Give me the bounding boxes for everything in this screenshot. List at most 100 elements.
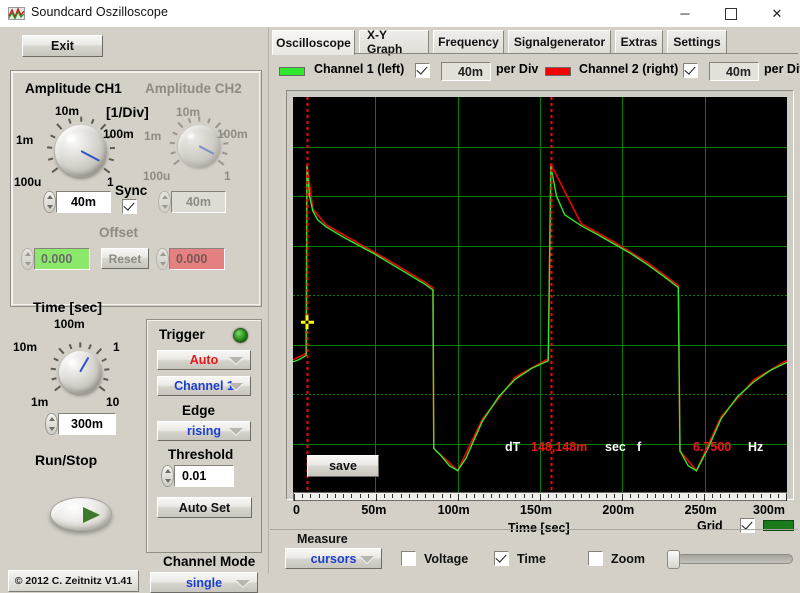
- time-checkbox[interactable]: [494, 551, 509, 566]
- channel1-per-div-value[interactable]: 40m: [441, 62, 491, 81]
- f-value: 6.7500: [693, 440, 732, 454]
- grid-checkbox[interactable]: [740, 518, 755, 533]
- amplitude-ch2-value[interactable]: 40m: [171, 191, 226, 213]
- knob-tick: [187, 118, 191, 124]
- axis-tick: [647, 494, 648, 498]
- axis-tick: [417, 494, 418, 498]
- ch2-knob-label-1m: 1m: [144, 129, 162, 143]
- knob-tick: [218, 160, 225, 166]
- tab-settings[interactable]: Settings: [667, 30, 727, 53]
- tab-extras[interactable]: Extras: [615, 30, 663, 53]
- knob-tick: [80, 116, 82, 122]
- voltage-checkbox[interactable]: [401, 551, 416, 566]
- run-stop-button[interactable]: [50, 497, 112, 531]
- tab-oscilloscope[interactable]: Oscilloscope: [272, 30, 355, 55]
- channel1-enable-checkbox[interactable]: [415, 63, 430, 78]
- axis-tick: [712, 494, 713, 498]
- trigger-edge-combo[interactable]: rising: [157, 421, 251, 441]
- maximize-button[interactable]: [708, 0, 754, 27]
- knob-tick: [99, 386, 106, 392]
- save-button[interactable]: save: [307, 455, 379, 477]
- offset-ch1-value[interactable]: 0.000: [34, 248, 90, 270]
- knob-tick: [103, 377, 109, 381]
- knob-tick: [109, 147, 115, 150]
- time-knob[interactable]: [45, 337, 115, 407]
- trigger-source-combo[interactable]: Channel 1: [157, 376, 251, 396]
- app-window: Soundcard Oszilloscope ─ ✕ Exit Amplitud…: [0, 0, 800, 593]
- knob-highlight: [66, 135, 75, 143]
- channel2-per-div-value[interactable]: 40m: [709, 62, 759, 81]
- x-tick-label: 0: [293, 503, 300, 517]
- channel1-label: Channel 1 (left): [314, 62, 405, 76]
- axis-tick: [327, 494, 328, 498]
- f-label: f: [637, 440, 642, 454]
- axis-tick: [310, 494, 311, 498]
- amplitude-ch2-spinner[interactable]: [158, 191, 171, 213]
- axis-tick: [483, 494, 484, 498]
- time-title: Time [sec]: [33, 299, 102, 315]
- edge-label: Edge: [182, 403, 216, 418]
- zoom-slider-thumb[interactable]: [667, 550, 680, 569]
- axis-tick: [704, 494, 705, 501]
- axis-tick: [499, 494, 500, 498]
- channel1-color-swatch: [279, 67, 305, 76]
- axis-tick: [515, 494, 516, 498]
- knob-tick: [48, 158, 54, 162]
- zoom-slider[interactable]: [667, 550, 793, 569]
- x-axis-ruler: [293, 492, 787, 501]
- tab-signalgenerator[interactable]: Signalgenerator: [508, 30, 611, 53]
- cursor-marker[interactable]: [300, 315, 314, 330]
- channel2-label: Channel 2 (right): [579, 62, 679, 76]
- amplitude-ch1-value[interactable]: 40m: [56, 191, 111, 213]
- axis-tick: [655, 494, 656, 498]
- title-bar: Soundcard Oszilloscope ─ ✕: [0, 0, 800, 28]
- tab-label: Frequency: [438, 35, 499, 49]
- knob-tick: [50, 135, 56, 139]
- offset-reset-button[interactable]: Reset: [101, 248, 149, 269]
- offset-ch2-value[interactable]: 0.000: [169, 248, 225, 270]
- knob-tick: [223, 142, 229, 145]
- measure-mode-combo[interactable]: cursors: [285, 548, 382, 569]
- minimize-button[interactable]: ─: [662, 0, 708, 27]
- auto-set-button[interactable]: Auto Set: [157, 497, 252, 518]
- sync-checkbox[interactable]: [122, 199, 137, 214]
- axis-tick: [597, 494, 598, 498]
- axis-tick: [770, 494, 771, 498]
- time-spinner[interactable]: [45, 413, 58, 435]
- axis-tick: [368, 494, 369, 498]
- knob-tick: [88, 344, 92, 350]
- axis-tick: [524, 494, 525, 498]
- axis-tick: [401, 494, 402, 498]
- tab-frequency[interactable]: Frequency: [433, 30, 504, 53]
- offset-ch1-spinner[interactable]: [21, 248, 34, 270]
- time-value[interactable]: 300m: [58, 413, 116, 435]
- close-button[interactable]: ✕: [754, 0, 800, 27]
- knob-tick: [108, 158, 114, 162]
- knob-tick: [95, 348, 102, 355]
- axis-tick: [442, 494, 443, 498]
- tab-xy-graph[interactable]: X-Y Graph: [359, 28, 429, 56]
- chevron-down-icon: [229, 428, 243, 435]
- threshold-spinner[interactable]: [161, 465, 174, 487]
- channel-mode-combo[interactable]: single: [150, 572, 258, 593]
- exit-button[interactable]: Exit: [22, 35, 103, 57]
- knob-tick: [53, 358, 59, 362]
- knob-tick: [51, 377, 57, 381]
- offset-ch2-spinner[interactable]: [156, 248, 169, 270]
- axis-tick: [294, 494, 295, 501]
- axis-tick: [581, 494, 582, 498]
- ch1-knob-label-1: 1: [107, 175, 114, 189]
- zoom-checkbox[interactable]: [588, 551, 603, 566]
- scope-plot[interactable]: save dT 148,148m sec f 6.7500 Hz: [293, 97, 787, 493]
- tab-label: Signalgenerator: [513, 35, 606, 49]
- maximize-icon: [708, 0, 754, 27]
- tab-label: Extras: [620, 35, 658, 49]
- trigger-mode-combo[interactable]: Auto: [157, 350, 251, 370]
- amplitude-ch1-spinner[interactable]: [43, 191, 56, 213]
- scope-frame: save dT 148,148m sec f 6.7500 Hz: [286, 90, 794, 500]
- threshold-value[interactable]: 0.01: [174, 465, 234, 487]
- app-icon: [8, 5, 25, 22]
- tab-bar: Oscilloscope X-Y Graph Frequency Signalg…: [272, 28, 798, 56]
- channel2-enable-checkbox[interactable]: [683, 63, 698, 78]
- knob-tick: [103, 167, 111, 174]
